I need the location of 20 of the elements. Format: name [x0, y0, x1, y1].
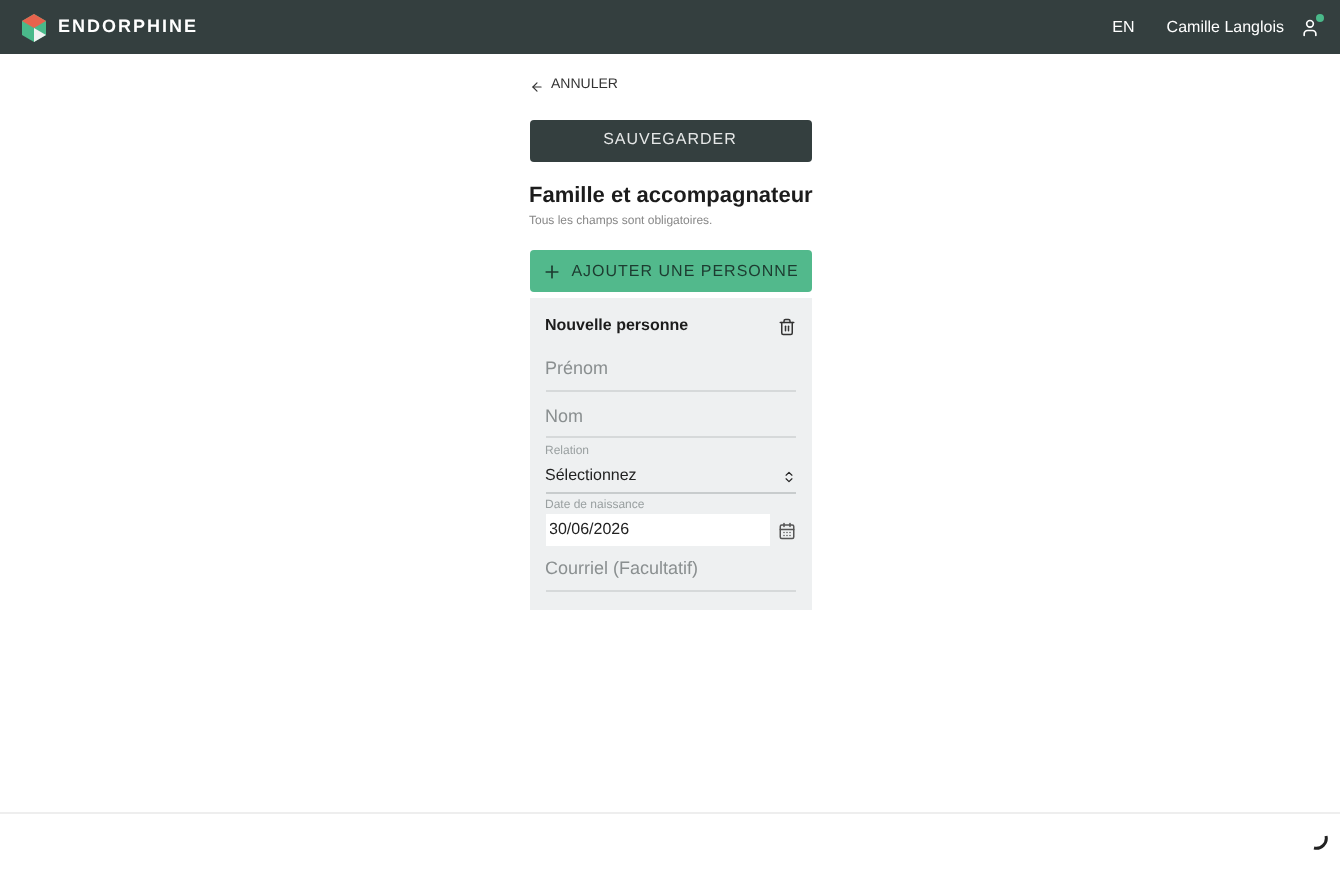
user-menu[interactable]: Camille Langlois	[1166, 15, 1284, 39]
back-arrow-icon	[529, 79, 543, 94]
trash-icon[interactable]	[777, 317, 795, 335]
spinner-icon	[1312, 834, 1328, 850]
brand-name: ENDORPHINE	[58, 13, 199, 40]
select-field[interactable]: Sélectionnez	[545, 460, 795, 494]
user-icon[interactable]	[1300, 17, 1320, 37]
logo-icon	[20, 13, 48, 41]
text-field[interactable]: Prénom	[545, 350, 795, 391]
text-field[interactable]: Nom	[545, 397, 795, 438]
add-person-button[interactable]: AJOUTER UNE PERSONNE	[529, 250, 811, 292]
sort-icon	[781, 469, 795, 483]
section-title: Famille et accompagnateur	[529, 181, 811, 211]
text-field[interactable]: Courriel (Facultatif)	[545, 550, 795, 591]
plus-icon	[541, 261, 562, 281]
card-title: Nouvelle personne	[545, 314, 689, 338]
save-button[interactable]: SAUVEGARDER	[529, 119, 811, 161]
language-button[interactable]: EN	[1112, 15, 1135, 39]
date-field[interactable]: 30/06/2026	[545, 514, 769, 546]
calendar-icon[interactable]	[777, 521, 795, 539]
